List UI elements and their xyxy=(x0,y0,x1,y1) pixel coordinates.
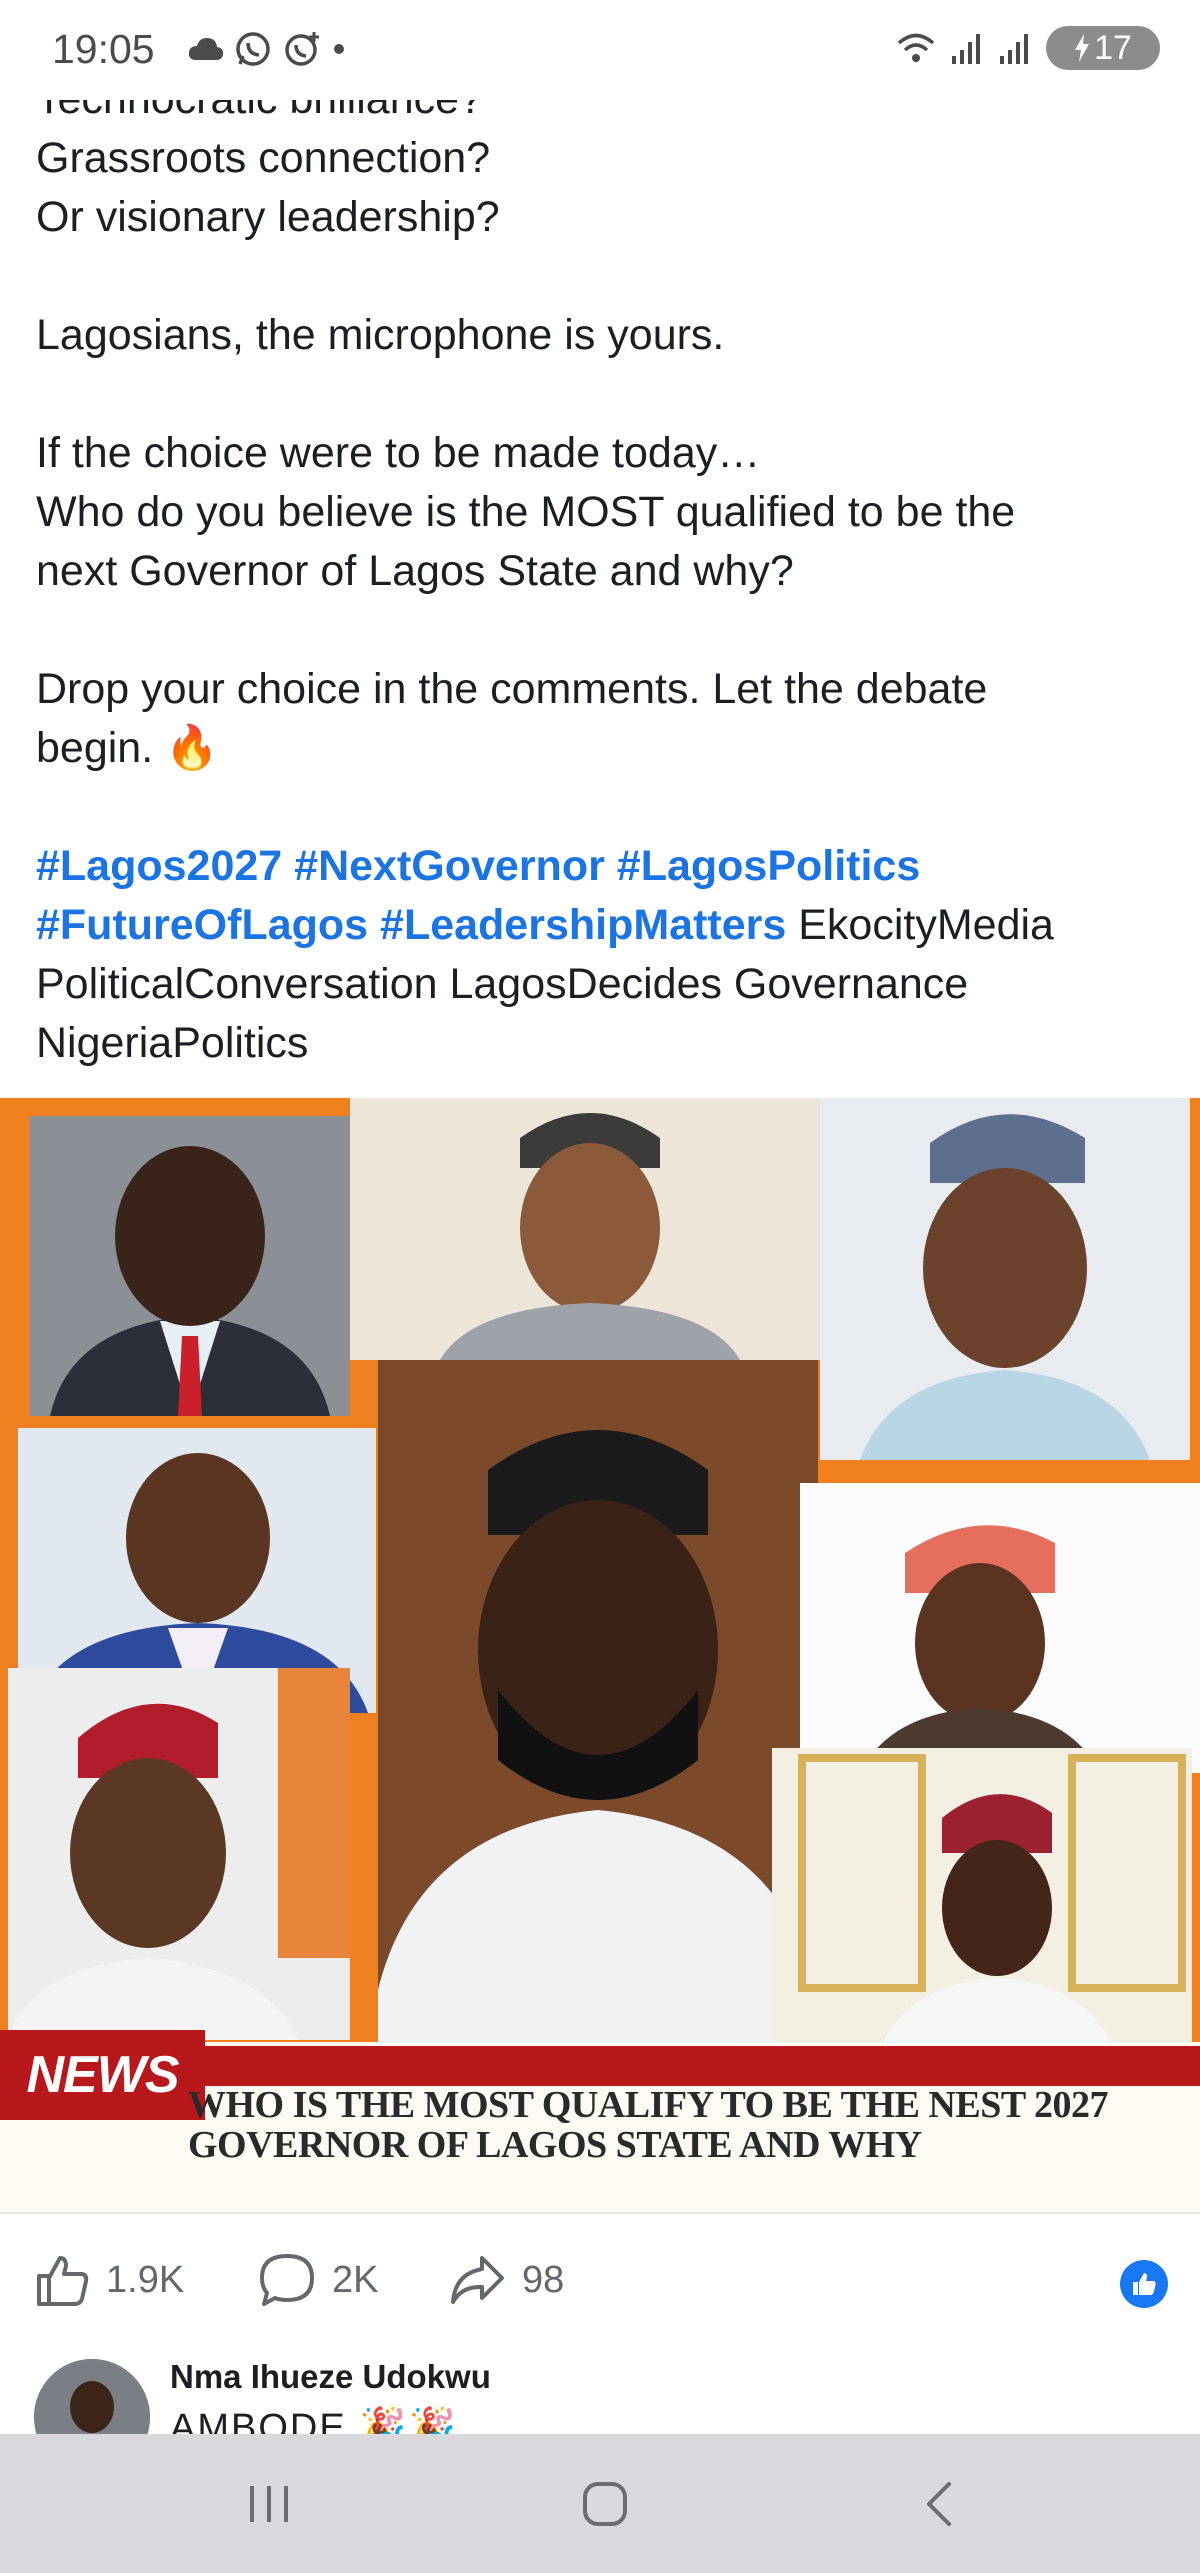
like-reaction-badge xyxy=(1120,2260,1168,2308)
plain-tags-line: PoliticalConversation LagosDecides Gover… xyxy=(36,960,969,1008)
whatsapp-business-icon xyxy=(285,32,319,66)
news-headline: WHO IS THE MOST QUALIFY TO BE THE NEST 2… xyxy=(188,2085,1188,2165)
battery-level: 17 xyxy=(1094,28,1132,67)
hashtag-futureoflagos[interactable]: #FutureOfLagos xyxy=(36,901,368,949)
dot-icon xyxy=(334,44,344,54)
post-line: Lagosians, the microphone is yours. xyxy=(36,311,725,359)
comment-button[interactable]: 2K xyxy=(258,2252,378,2308)
back-button[interactable] xyxy=(904,2472,974,2536)
notification-icons xyxy=(188,30,346,68)
hashtag-line: #Lagos2027 #NextGovernor #LagosPolitics xyxy=(36,837,1166,896)
wifi-icon xyxy=(897,33,935,62)
system-nav-bar xyxy=(0,2434,1200,2573)
post-line xyxy=(36,247,1166,306)
comment-icon xyxy=(260,2254,314,2306)
headline-line: GOVERNOR OF LAGOS STATE AND WHY xyxy=(188,2124,922,2166)
battery-indicator: 17 xyxy=(1046,26,1160,70)
post-line: begin. 🔥 xyxy=(36,724,219,772)
recent-apps-icon xyxy=(250,2486,288,2522)
avatar[interactable] xyxy=(34,2359,150,2434)
hashtag-leadershipmatters[interactable]: #LeadershipMatters xyxy=(380,901,786,949)
reaction-bar: 1.9K 2K 98 xyxy=(0,2212,1200,2346)
charging-icon xyxy=(1075,34,1090,62)
post-line xyxy=(36,601,1166,660)
plain-tag: EkocityMedia xyxy=(798,901,1054,949)
share-icon xyxy=(451,2256,504,2304)
candidate-photo xyxy=(8,1668,350,2040)
whatsapp-icon xyxy=(236,32,270,66)
share-count: 98 xyxy=(522,2258,565,2301)
recent-apps-button[interactable] xyxy=(234,2472,304,2536)
home-icon xyxy=(583,2482,627,2526)
post-line: If the choice were to be made today… xyxy=(36,429,761,477)
headline-line: WHO IS THE MOST QUALIFY TO BE THE NEST 2… xyxy=(188,2084,1109,2126)
candidate-photo xyxy=(30,1116,350,1416)
hashtag-line: #FutureOfLagos #LeadershipMatters Ekocit… xyxy=(36,896,1166,955)
hashtag-lagos2027[interactable]: #Lagos2027 xyxy=(36,842,282,890)
candidate-photo-center xyxy=(378,1360,818,2050)
candidate-photo xyxy=(800,1483,1200,1773)
post-body: Technocratic brilliance? Grassroots conn… xyxy=(36,70,1166,1073)
post-line: Grassroots connection? xyxy=(36,134,491,182)
back-icon xyxy=(927,2482,951,2526)
share-button[interactable]: 98 xyxy=(448,2252,564,2308)
like-button[interactable]: 1.9K xyxy=(34,2252,184,2308)
hashtag-lagospolitics[interactable]: #LagosPolitics xyxy=(617,842,920,890)
candidate-photo xyxy=(350,1098,820,1360)
status-time: 19:05 xyxy=(52,26,155,72)
thumbs-up-icon xyxy=(37,2256,89,2306)
comment-preview[interactable]: Nma Ihueze Udokwu AMBODE 🎉🎉 xyxy=(0,2344,1200,2434)
cloud-icon xyxy=(188,38,224,60)
comment-author[interactable]: Nma Ihueze Udokwu xyxy=(170,2358,491,2396)
plain-tags-line: NigeriaPolitics xyxy=(36,1019,309,1067)
post-line xyxy=(36,365,1166,424)
news-banner-stripe xyxy=(150,2046,1200,2086)
like-count: 1.9K xyxy=(106,2258,185,2301)
signal-icon xyxy=(952,34,980,64)
post-line: next Governor of Lagos State and why? xyxy=(36,547,794,595)
post-line: Drop your choice in the comments. Let th… xyxy=(36,665,988,713)
comment-text: AMBODE 🎉🎉 xyxy=(170,2407,458,2434)
post-line: Who do you believe is the MOST qualified… xyxy=(36,488,1016,536)
candidate-photo xyxy=(772,1748,1192,2044)
hashtag-nextgovernor[interactable]: #NextGovernor xyxy=(294,842,605,890)
post-line xyxy=(36,778,1166,837)
post-line: Or visionary leadership? xyxy=(36,193,500,241)
news-tag: NEWS xyxy=(0,2030,205,2120)
system-indicators: 17 xyxy=(896,26,1160,70)
thumbs-up-icon xyxy=(1133,2273,1156,2295)
status-bar: 19:05 17 xyxy=(0,0,1200,100)
home-button[interactable] xyxy=(570,2472,640,2536)
comment-count: 2K xyxy=(332,2258,379,2301)
signal-icon-2 xyxy=(1000,34,1028,64)
candidate-photo xyxy=(820,1098,1190,1460)
